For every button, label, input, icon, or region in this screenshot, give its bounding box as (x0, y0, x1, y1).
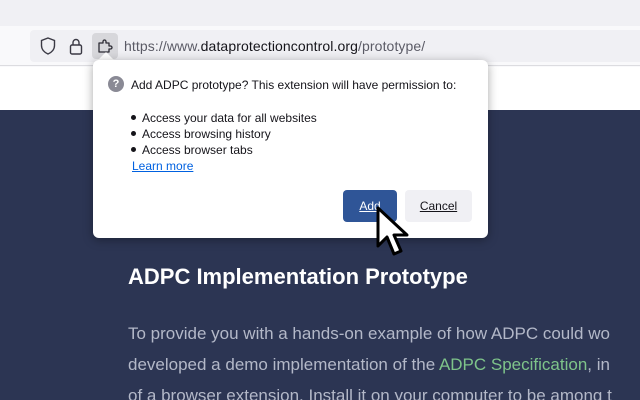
paragraph-line-1: To provide you with a hands-on example o… (128, 324, 610, 343)
paragraph-line-3: of a browser extension. Install it on yo… (128, 386, 612, 400)
cancel-button[interactable]: Cancel (405, 190, 472, 222)
bullet-icon (131, 115, 136, 121)
paragraph-line-2: developed a demo implementation of the A… (128, 355, 610, 374)
shield-icon[interactable] (38, 36, 58, 56)
popup-title: Add ADPC prototype? This extension will … (131, 78, 457, 92)
permission-item: Access your data for all websites (131, 110, 317, 126)
intro-paragraph: To provide you with a hands-on example o… (128, 318, 640, 400)
url-text[interactable]: https://www.dataprotectioncontrol.org/pr… (124, 38, 425, 54)
mouse-pointer-icon (376, 206, 409, 256)
permission-item: Access browser tabs (131, 142, 317, 158)
browser-titlebar (0, 0, 640, 26)
extension-permission-popup: ? Add ADPC prototype? This extension wil… (93, 60, 488, 238)
bullet-icon (131, 147, 136, 153)
learn-more-link[interactable]: Learn more (132, 159, 193, 173)
question-mark-icon: ? (108, 76, 124, 92)
permission-list: Access your data for all websites Access… (131, 110, 317, 158)
bullet-icon (131, 131, 136, 137)
permission-item: Access browsing history (131, 126, 317, 142)
lock-icon[interactable] (66, 36, 86, 56)
adpc-specification-link[interactable]: ADPC Specification (439, 355, 587, 374)
page-title: ADPC Implementation Prototype (128, 264, 468, 289)
